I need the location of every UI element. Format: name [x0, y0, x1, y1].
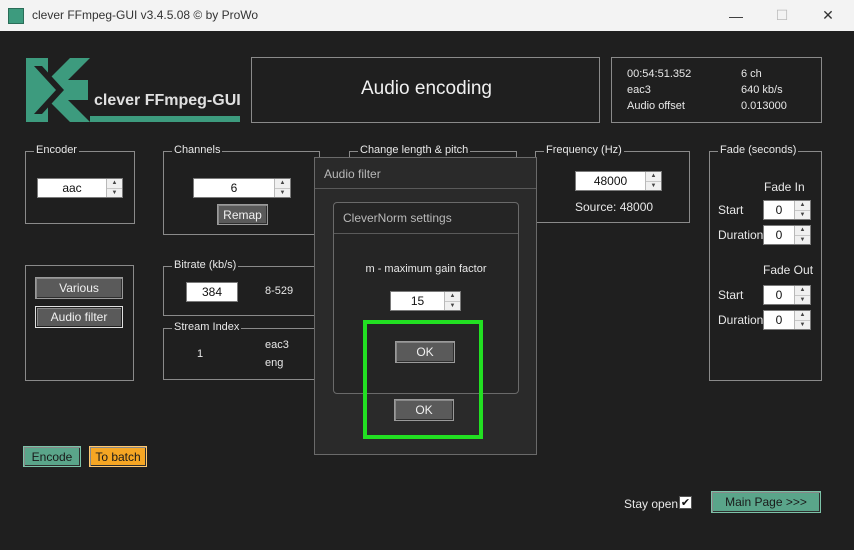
encoder-group: Encoder aac ▲ ▼	[25, 144, 135, 224]
bitrate-range: 8-529	[265, 285, 294, 297]
stay-open-checkbox[interactable]: ✔	[679, 496, 692, 509]
fade-in-start-stepper[interactable]: 0 ▲ ▼	[763, 200, 811, 220]
spin-up-icon[interactable]: ▲	[445, 292, 460, 301]
max-gain-value: 15	[410, 294, 425, 308]
logo-text: clever FFmpeg-GUI	[94, 92, 241, 109]
spin-up-icon[interactable]: ▲	[646, 172, 661, 181]
logo: clever FFmpeg-GUI	[24, 56, 242, 124]
spin-down-icon[interactable]: ▼	[445, 300, 460, 310]
window-title: clever FFmpeg-GUI v3.4.5.08 © by ProWo	[32, 8, 259, 22]
info-codec: eac3	[627, 84, 651, 96]
channels-stepper[interactable]: 6 ▲ ▼	[193, 178, 291, 198]
fade-label: Fade (seconds)	[718, 144, 799, 156]
fade-out-duration-label: Duration	[718, 313, 764, 327]
encoder-select[interactable]: aac ▲ ▼	[37, 178, 123, 198]
bitrate-input[interactable]: 384	[186, 282, 238, 302]
fade-in-duration-value: 0	[775, 228, 783, 242]
fade-out-start-value: 0	[775, 288, 783, 302]
spin-up-icon[interactable]: ▲	[107, 179, 122, 188]
fade-out-start-label: Start	[718, 288, 744, 302]
spin-down-icon[interactable]: ▼	[795, 209, 810, 219]
maximize-button[interactable]: ☐	[759, 0, 805, 31]
encoder-label: Encoder	[34, 144, 79, 156]
filters-group: Various Audio filter	[25, 265, 134, 381]
audio-filter-button[interactable]: Audio filter	[35, 306, 123, 328]
spin-down-icon[interactable]: ▼	[646, 180, 661, 190]
app-icon	[8, 8, 24, 24]
max-gain-label: m - maximum gain factor	[365, 263, 487, 275]
spin-up-icon[interactable]: ▲	[795, 201, 810, 210]
fade-in-duration-stepper[interactable]: 0 ▲ ▼	[763, 225, 811, 245]
page-title: Audio encoding	[361, 78, 492, 99]
fade-in-start-value: 0	[775, 203, 783, 217]
spin-up-icon[interactable]: ▲	[795, 311, 810, 320]
fade-out-duration-stepper[interactable]: 0 ▲ ▼	[763, 310, 811, 330]
spin-down-icon[interactable]: ▼	[795, 319, 810, 329]
spin-down-icon[interactable]: ▼	[795, 294, 810, 304]
spin-down-icon[interactable]: ▼	[795, 234, 810, 244]
to-batch-button[interactable]: To batch	[89, 446, 147, 467]
spin-up-icon[interactable]: ▲	[795, 226, 810, 235]
audio-filter-dialog-title: Audio filter	[324, 167, 381, 181]
frequency-source: Source: 48000	[575, 200, 654, 214]
bitrate-label: Bitrate (kb/s)	[172, 259, 239, 271]
spin-down-icon[interactable]: ▼	[275, 187, 290, 197]
minimize-button[interactable]: —	[713, 0, 759, 31]
frequency-value: 48000	[593, 174, 628, 188]
bitrate-group: Bitrate (kb/s) 384 8-529	[163, 259, 320, 316]
frequency-group: Frequency (Hz) 48000 ▲ ▼ Source: 48000	[535, 144, 690, 223]
stay-open-label: Stay open	[624, 497, 679, 511]
title-bar: clever FFmpeg-GUI v3.4.5.08 © by ProWo —…	[0, 0, 854, 31]
remap-button[interactable]: Remap	[217, 204, 268, 225]
info-bitrate: 640 kb/s	[741, 84, 783, 96]
fade-out-start-stepper[interactable]: 0 ▲ ▼	[763, 285, 811, 305]
spin-up-icon[interactable]: ▲	[275, 179, 290, 188]
stream-index: 1	[197, 348, 204, 360]
dialog-divider	[315, 188, 536, 189]
stream-language: eng	[265, 357, 284, 369]
frequency-stepper[interactable]: 48000 ▲ ▼	[575, 171, 662, 191]
various-button[interactable]: Various	[35, 277, 123, 299]
fade-out-duration-value: 0	[775, 313, 783, 327]
channels-group: Channels 6 ▲ ▼ Remap	[163, 144, 320, 235]
channels-label: Channels	[172, 144, 223, 156]
fade-in-start-label: Start	[718, 203, 744, 217]
stream-label: Stream Index	[172, 321, 242, 333]
encode-button[interactable]: Encode	[23, 446, 81, 467]
info-offset-label: Audio offset	[627, 100, 685, 112]
fade-out-label: Fade Out	[763, 263, 814, 277]
stream-codec: eac3	[265, 339, 289, 351]
spin-up-icon[interactable]: ▲	[795, 286, 810, 295]
info-offset-value: 0.013000	[741, 100, 787, 112]
dialog-divider	[334, 233, 518, 234]
frequency-label: Frequency (Hz)	[544, 144, 624, 156]
fade-group: Fade (seconds) Fade In Start 0 ▲ ▼ Durati…	[709, 144, 822, 381]
close-button[interactable]: ✕	[805, 0, 851, 31]
clevernorm-dialog-title: CleverNorm settings	[343, 211, 452, 225]
logo-mark-icon	[26, 58, 240, 122]
header-box: Audio encoding	[251, 57, 600, 123]
max-gain-stepper[interactable]: 15 ▲ ▼	[390, 291, 461, 311]
fade-in-duration-label: Duration	[718, 228, 764, 242]
channels-value: 6	[230, 181, 238, 195]
encoder-value: aac	[62, 181, 82, 195]
fade-in-label: Fade In	[764, 180, 805, 194]
info-duration: 00:54:51.352	[627, 68, 692, 80]
info-box: 00:54:51.352 6 ch eac3 640 kb/s Audio of…	[611, 57, 822, 123]
change-length-label: Change length & pitch	[358, 144, 471, 156]
info-channels: 6 ch	[741, 68, 762, 80]
spin-down-icon[interactable]: ▼	[107, 187, 122, 197]
main-page-button[interactable]: Main Page >>>	[711, 491, 821, 513]
stream-group: Stream Index 1 eac3 eng	[163, 321, 320, 380]
highlight-box	[363, 320, 483, 439]
